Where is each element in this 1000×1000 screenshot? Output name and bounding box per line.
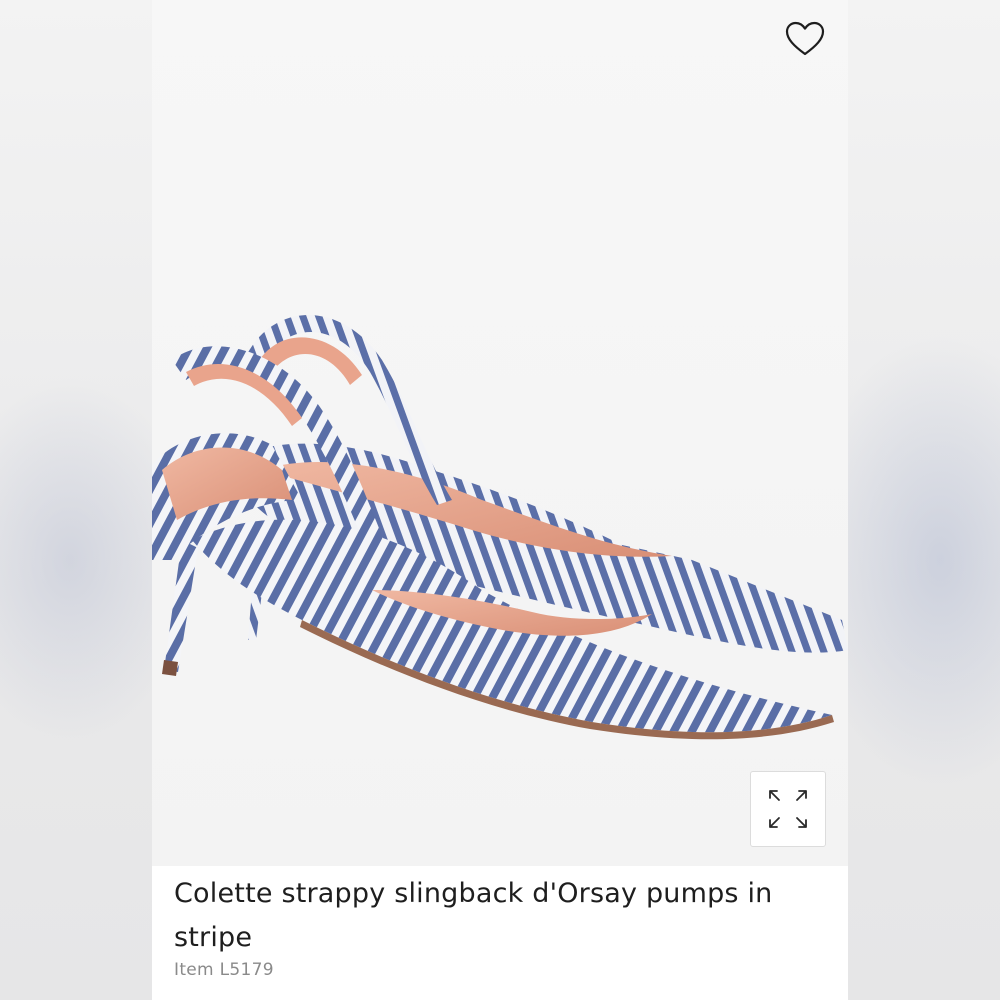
heart-icon	[785, 21, 825, 56]
shoe-illustration	[152, 315, 848, 740]
product-image[interactable]	[152, 0, 848, 866]
product-title: Colette strappy slingback d'Orsay pumps …	[174, 878, 773, 953]
expand-icon	[769, 790, 807, 828]
product-info: Colette strappy slingback d'Orsay pumps …	[152, 866, 848, 1000]
product-card: Colette strappy slingback d'Orsay pumps …	[152, 0, 848, 1000]
favorite-button[interactable]	[778, 16, 832, 62]
item-number: Item L5179	[174, 960, 274, 980]
expand-image-button[interactable]	[750, 771, 826, 847]
